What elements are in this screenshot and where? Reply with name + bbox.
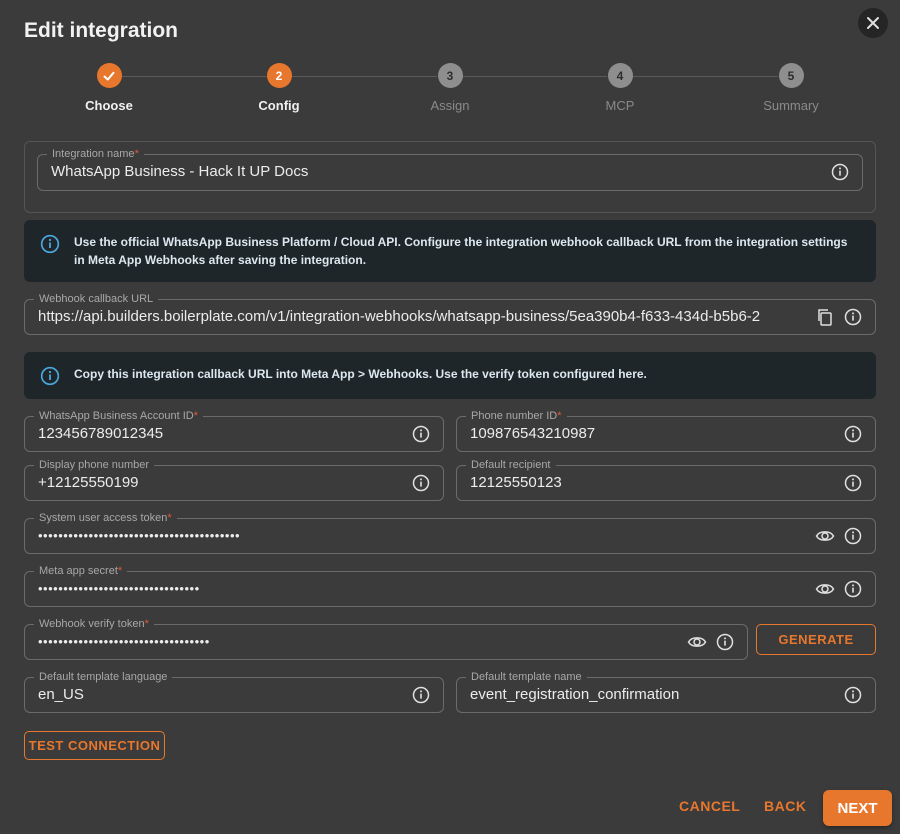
step-label: Assign — [430, 98, 470, 113]
info-banner-cloud-api: Use the official WhatsApp Business Platf… — [24, 220, 876, 282]
info-icon[interactable] — [843, 307, 863, 327]
step-label: Summary — [763, 98, 819, 113]
integration-name-field[interactable]: Integration name* WhatsApp Business - Ha… — [37, 147, 863, 191]
webhook-url-input[interactable]: https://api.builders.boilerplate.com/v1/… — [38, 300, 797, 334]
test-connection-button[interactable]: TEST CONNECTION — [24, 731, 165, 760]
info-icon[interactable] — [843, 526, 863, 546]
template-name-field[interactable]: Default template name event_registration… — [456, 670, 876, 713]
info-icon[interactable] — [411, 424, 431, 444]
info-icon[interactable] — [843, 579, 863, 599]
info-banner-copy-url: Copy this integration callback URL into … — [24, 352, 876, 399]
info-icon[interactable] — [411, 473, 431, 493]
step-choose[interactable]: Choose — [49, 62, 169, 113]
edit-integration-dialog: Edit integration Choose 2 Config 3 Assig… — [0, 0, 900, 834]
close-button[interactable] — [858, 8, 888, 38]
step-circle: 4 — [607, 63, 633, 88]
banner-text: Copy this integration callback URL into … — [74, 367, 647, 381]
info-icon — [40, 234, 60, 259]
template-name-input[interactable]: event_registration_confirmation — [470, 678, 679, 712]
info-icon[interactable] — [411, 685, 431, 705]
info-icon[interactable] — [843, 685, 863, 705]
step-circle — [96, 63, 122, 88]
cancel-button[interactable]: CANCEL — [679, 798, 740, 814]
app-secret-field[interactable]: Meta app secret* •••••••••••••••••••••••… — [24, 564, 876, 607]
step-mcp[interactable]: 4 MCP — [560, 62, 680, 113]
step-circle: 5 — [778, 63, 804, 88]
step-summary[interactable]: 5 Summary — [731, 62, 851, 113]
access-token-field[interactable]: System user access token* ••••••••••••••… — [24, 511, 876, 554]
stepper: Choose 2 Config 3 Assign 4 MCP 5 Summary — [24, 62, 876, 122]
eye-icon[interactable] — [815, 526, 835, 546]
close-icon — [867, 17, 879, 29]
display-phone-input[interactable]: +12125550199 — [38, 466, 139, 500]
phone-number-id-input[interactable]: 109876543210987 — [470, 417, 595, 451]
generate-button[interactable]: GENERATE — [756, 624, 876, 655]
step-assign[interactable]: 3 Assign — [390, 62, 510, 113]
dialog-title: Edit integration — [24, 19, 178, 42]
default-recipient-input[interactable]: 12125550123 — [470, 466, 562, 500]
banner-text: Use the official WhatsApp Business Platf… — [74, 235, 848, 267]
verify-token-field[interactable]: Webhook verify token* ••••••••••••••••••… — [24, 617, 748, 660]
account-id-field[interactable]: WhatsApp Business Account ID* 1234567890… — [24, 409, 444, 452]
step-label: MCP — [605, 98, 635, 113]
step-config[interactable]: 2 Config — [219, 62, 339, 113]
back-button[interactable]: BACK — [764, 798, 806, 814]
access-token-input[interactable]: •••••••••••••••••••••••••••••••••••••••• — [38, 519, 240, 553]
eye-icon[interactable] — [687, 632, 707, 652]
step-circle: 2 — [266, 63, 292, 88]
app-secret-input[interactable]: •••••••••••••••••••••••••••••••• — [38, 572, 200, 606]
template-language-field[interactable]: Default template language en_US — [24, 670, 444, 713]
check-icon — [103, 71, 115, 80]
integration-name-section: Integration name* WhatsApp Business - Ha… — [24, 141, 876, 213]
info-icon[interactable] — [830, 162, 850, 182]
step-label: Config — [258, 98, 300, 113]
info-icon[interactable] — [843, 424, 863, 444]
verify-token-input[interactable]: •••••••••••••••••••••••••••••••••• — [38, 625, 210, 659]
copy-icon[interactable] — [815, 307, 835, 327]
info-icon[interactable] — [843, 473, 863, 493]
default-recipient-field[interactable]: Default recipient 12125550123 — [456, 458, 876, 501]
info-icon — [40, 366, 60, 391]
next-button[interactable]: NEXT — [823, 790, 892, 826]
step-label: Choose — [85, 98, 133, 113]
info-icon[interactable] — [715, 632, 735, 652]
step-circle: 3 — [437, 63, 463, 88]
display-phone-field[interactable]: Display phone number +12125550199 — [24, 458, 444, 501]
webhook-url-field[interactable]: Webhook callback URL https://api.builder… — [24, 292, 876, 335]
eye-icon[interactable] — [815, 579, 835, 599]
integration-name-input[interactable]: WhatsApp Business - Hack It UP Docs — [51, 155, 308, 189]
phone-number-id-field[interactable]: Phone number ID* 109876543210987 — [456, 409, 876, 452]
template-language-input[interactable]: en_US — [38, 678, 84, 712]
account-id-input[interactable]: 123456789012345 — [38, 417, 163, 451]
